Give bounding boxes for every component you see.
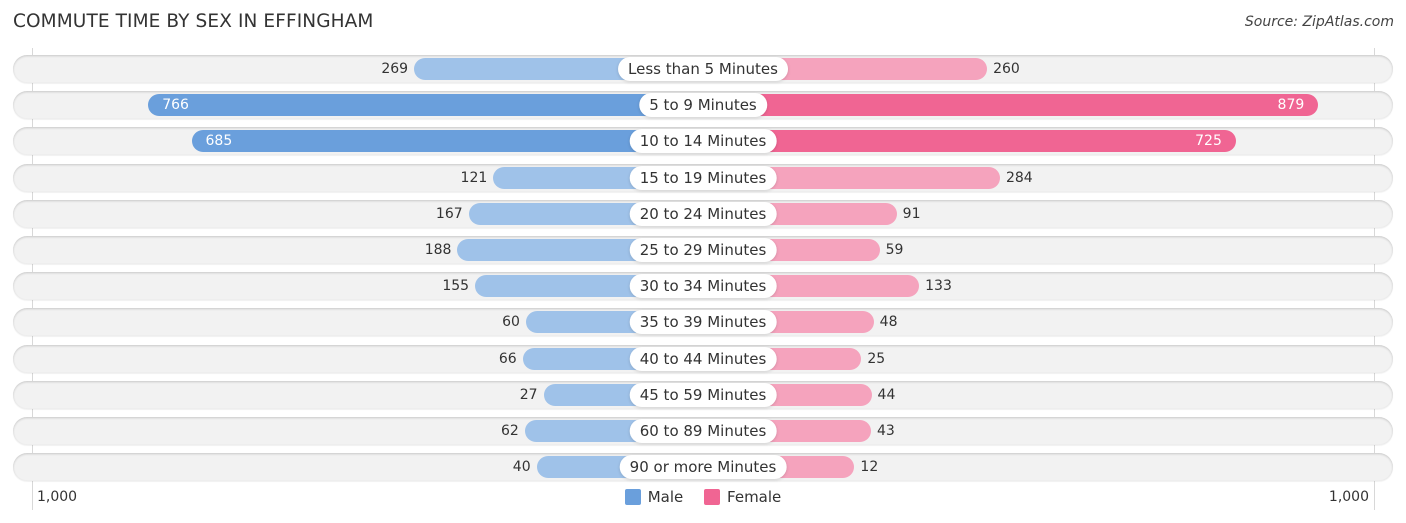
legend: Male Female [0,488,1406,509]
category-label: 40 to 44 Minutes [629,347,777,371]
value-label-female: 725 [1195,133,1222,149]
value-label-male: 188 [424,242,452,258]
legend-swatch-female [704,489,721,505]
legend-label-male: Male [647,488,684,506]
category-label: 15 to 19 Minutes [629,166,777,190]
bar-male [191,130,703,152]
category-label: 25 to 29 Minutes [629,238,777,262]
value-label-male: 269 [381,61,409,77]
legend-label-female: Female [727,488,782,506]
value-label-male: 766 [162,97,189,113]
value-label-female: 91 [902,206,921,222]
category-label: 90 or more Minutes [619,455,787,479]
value-label-male: 40 [512,459,531,475]
bar-female [703,130,1236,152]
legend-item-male: Male [624,488,684,506]
category-label: Less than 5 Minutes [618,57,788,81]
value-label-male: 155 [442,278,470,294]
category-label: 30 to 34 Minutes [629,274,777,298]
legend-item-female: Female [704,488,781,506]
value-label-female: 12 [860,459,879,475]
value-label-female: 25 [867,351,886,367]
bar-male [148,94,703,116]
value-label-male: 66 [498,351,517,367]
value-label-male: 685 [205,133,233,149]
value-label-female: 133 [925,278,952,294]
category-label: 5 to 9 Minutes [639,93,767,117]
value-label-female: 43 [877,423,895,439]
bar-female [703,94,1319,116]
value-label-female: 59 [885,242,904,258]
value-label-female: 879 [1277,97,1305,113]
value-label-male: 121 [460,170,488,186]
chart-title: COMMUTE TIME BY SEX IN EFFINGHAM [13,11,374,32]
value-label-female: 260 [993,61,1020,77]
category-label: 35 to 39 Minutes [629,310,777,334]
value-label-male: 167 [435,206,463,222]
legend-swatch-male [624,489,641,505]
value-label-female: 48 [879,314,898,330]
value-label-male: 62 [501,423,519,439]
value-label-male: 27 [519,387,538,403]
category-label: 45 to 59 Minutes [629,383,777,407]
value-label-female: 284 [1005,170,1033,186]
value-label-male: 60 [502,314,520,330]
category-label: 20 to 24 Minutes [629,202,777,226]
category-label: 60 to 89 Minutes [629,419,777,443]
value-label-female: 44 [877,387,896,403]
category-label: 10 to 14 Minutes [629,129,777,153]
source-label: Source: ZipAtlas.com [1244,14,1394,30]
